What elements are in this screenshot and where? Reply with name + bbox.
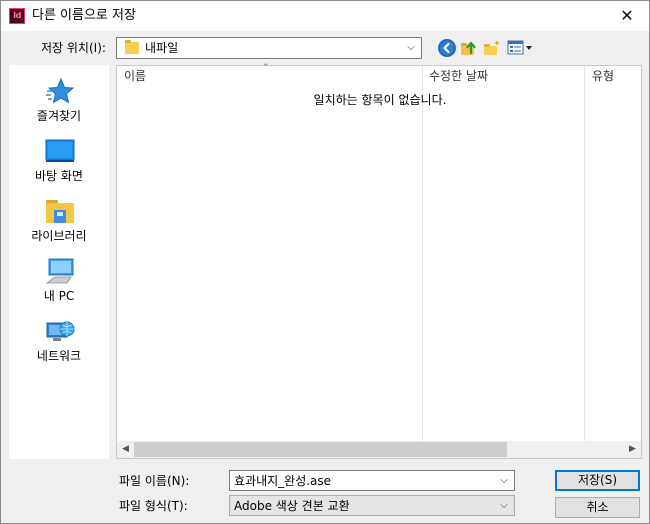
- desktop-icon: [45, 137, 75, 165]
- filetype-value: Adobe 색상 견본 교환: [234, 499, 350, 513]
- filename-value: 효과내지_완성.ase: [234, 474, 332, 488]
- save-location-value: 내파일: [145, 41, 179, 55]
- filename-label: 파일 이름(N):: [119, 474, 190, 488]
- chevron-down-icon[interactable]: ⌵: [497, 473, 511, 489]
- view-menu-icon[interactable]: [507, 39, 533, 57]
- chevron-down-icon: ⌵: [500, 500, 508, 511]
- library-folder-icon: [45, 197, 75, 225]
- close-icon[interactable]: ✕: [609, 1, 645, 31]
- place-label: 네트워크: [36, 349, 82, 363]
- filename-input[interactable]: 효과내지_완성.ase ⌵: [229, 470, 515, 491]
- save-location-dropdown[interactable]: 내파일 ⌵: [116, 37, 422, 59]
- title-bar: Id 다른 이름으로 저장 ✕: [1, 1, 649, 31]
- empty-list-message: 일치하는 항목이 없습니다.: [313, 93, 447, 107]
- places-bar: 즐겨찾기 바탕 화면 라이브러리 내 PC 네트워크: [9, 65, 109, 459]
- place-favorites[interactable]: 즐겨찾기: [9, 71, 109, 129]
- back-icon[interactable]: [438, 39, 456, 57]
- column-divider[interactable]: [584, 66, 585, 444]
- save-location-label: 저장 위치(I):: [41, 41, 106, 55]
- sort-ascending-icon: ⌃: [262, 63, 270, 73]
- filetype-label: 파일 형식(T):: [119, 499, 188, 513]
- column-divider[interactable]: [422, 66, 423, 444]
- place-label: 내 PC: [43, 289, 75, 303]
- column-header-type[interactable]: 유형: [592, 66, 614, 88]
- filetype-dropdown[interactable]: Adobe 색상 견본 교환 ⌵: [229, 495, 515, 516]
- place-label: 바탕 화면: [35, 169, 83, 183]
- place-network[interactable]: 네트워크: [9, 311, 109, 369]
- computer-icon: [45, 257, 75, 285]
- star-icon: [45, 77, 75, 105]
- new-folder-icon[interactable]: [483, 39, 501, 57]
- scrollbar-thumb[interactable]: [134, 442, 507, 457]
- file-list[interactable]: 이름 ⌃ 수정한 날짜 유형 일치하는 항목이 없습니다. ◀ ▶: [116, 63, 642, 459]
- scroll-left-icon[interactable]: ◀: [117, 441, 134, 458]
- column-header-date-modified[interactable]: 수정한 날짜: [429, 66, 488, 88]
- scroll-right-icon[interactable]: ▶: [624, 441, 641, 458]
- indesign-app-icon: Id: [9, 8, 25, 24]
- horizontal-scrollbar[interactable]: ◀ ▶: [117, 441, 641, 458]
- folder-icon: [125, 40, 139, 54]
- network-icon: [45, 317, 75, 345]
- chevron-down-icon: ⌵: [407, 42, 415, 53]
- place-label: 즐겨찾기: [36, 109, 82, 123]
- place-this-pc[interactable]: 내 PC: [9, 251, 109, 309]
- window-title: 다른 이름으로 저장: [32, 8, 136, 23]
- place-desktop[interactable]: 바탕 화면: [9, 131, 109, 189]
- place-libraries[interactable]: 라이브러리: [9, 191, 109, 249]
- cancel-button[interactable]: 취소: [555, 497, 640, 518]
- column-header-name[interactable]: 이름: [124, 66, 146, 88]
- up-folder-icon[interactable]: [460, 39, 478, 57]
- save-button[interactable]: 저장(S): [555, 470, 640, 491]
- place-label: 라이브러리: [31, 229, 87, 243]
- save-as-dialog: Id 다른 이름으로 저장 ✕ 저장 위치(I): 내파일 ⌵ 즐겨찾기 바탕 …: [0, 0, 650, 524]
